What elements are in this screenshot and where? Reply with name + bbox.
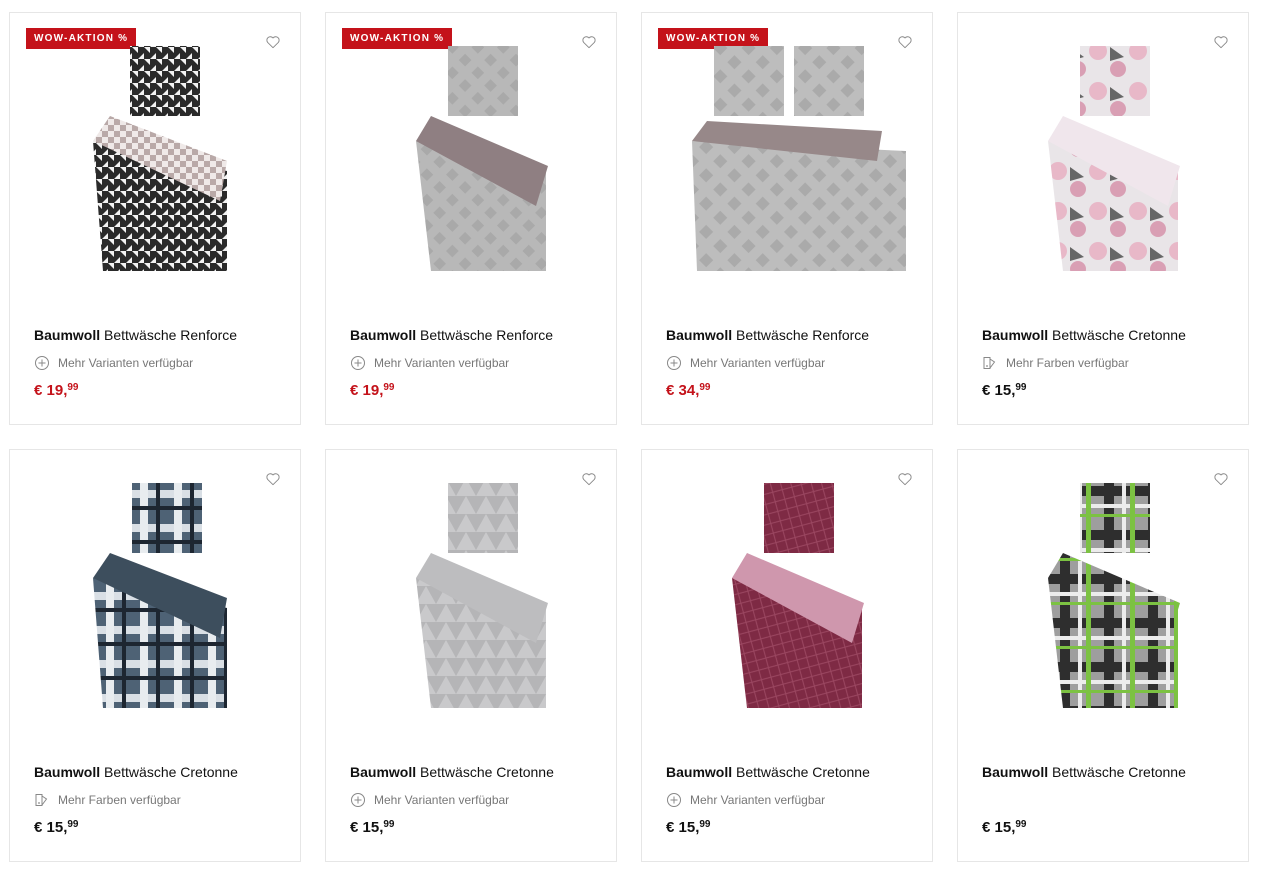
price-main: € 15, [982,819,1016,836]
product-image[interactable] [692,478,906,718]
product-card[interactable]: Baumwoll Bettwäsche Cretonne Mehr Farben… [9,449,301,862]
product-brand: Baumwoll [666,327,733,343]
price-main: € 34, [666,382,700,399]
variants-link[interactable]: Mehr Varianten verfügbar [666,792,825,808]
color-swatch-icon [982,355,998,371]
product-title[interactable]: Baumwoll Bettwäsche Cretonne [34,763,238,781]
price-main: € 15, [34,819,68,836]
product-name: Bettwäsche Cretonne [104,764,238,780]
price-cents: 99 [383,382,395,393]
product-brand: Baumwoll [666,764,733,780]
product-title[interactable]: Baumwoll Bettwäsche Cretonne [982,326,1186,344]
product-brand: Baumwoll [350,764,417,780]
product-title[interactable]: Baumwoll Bettwäsche Cretonne [350,763,554,781]
price-cents: 99 [699,382,711,393]
product-card[interactable]: WOW-AKTION % Baumwoll Bettwäsche Renforc… [641,12,933,425]
product-brand: Baumwoll [982,764,1049,780]
price-main: € 19, [34,382,68,399]
availability-text: Mehr Varianten verfügbar [58,356,194,370]
product-name: Bettwäsche Renforce [420,327,554,343]
product-image[interactable] [60,478,274,718]
product-brand: Baumwoll [34,764,101,780]
price-cents: 99 [1015,382,1027,393]
price-cents: 99 [383,819,395,830]
product-title[interactable]: Baumwoll Bettwäsche Cretonne [982,763,1186,781]
availability-text: Mehr Varianten verfügbar [374,793,510,807]
plus-circle-icon [350,792,366,808]
availability-text: Mehr Farben verfügbar [58,793,181,807]
product-title[interactable]: Baumwoll Bettwäsche Renforce [666,326,869,344]
price-cents: 99 [67,382,79,393]
price-main: € 15, [982,382,1016,399]
product-name: Bettwäsche Cretonne [1052,764,1186,780]
product-card[interactable]: Baumwoll Bettwäsche Cretonne Mehr Varian… [325,449,617,862]
price-cents: 99 [67,819,79,830]
availability-text: Mehr Varianten verfügbar [690,793,826,807]
variants-link[interactable]: Mehr Varianten verfügbar [666,355,825,371]
product-price: € 15,99 [982,382,1027,400]
price-cents: 99 [1015,819,1027,830]
product-price: € 15,99 [666,819,711,837]
product-price: € 19,99 [34,382,79,400]
availability-text: Mehr Varianten verfügbar [374,356,510,370]
product-brand: Baumwoll [350,327,417,343]
product-brand: Baumwoll [34,327,101,343]
product-name: Bettwäsche Cretonne [1052,327,1186,343]
availability-text: Mehr Varianten verfügbar [690,356,826,370]
variants-link[interactable]: Mehr Varianten verfügbar [350,792,509,808]
product-image[interactable] [376,41,590,281]
product-name: Bettwäsche Renforce [104,327,238,343]
price-main: € 19, [350,382,384,399]
product-brand: Baumwoll [982,327,1049,343]
plus-circle-icon [666,792,682,808]
product-image[interactable] [1008,41,1222,281]
plus-circle-icon [34,355,50,371]
colors-link[interactable]: Mehr Farben verfügbar [982,355,1129,371]
price-cents: 99 [699,819,711,830]
product-name: Bettwäsche Cretonne [420,764,554,780]
product-title[interactable]: Baumwoll Bettwäsche Cretonne [666,763,870,781]
product-image[interactable] [692,41,906,281]
product-price: € 15,99 [34,819,79,837]
price-main: € 15, [350,819,384,836]
product-image[interactable] [376,478,590,718]
product-grid: WOW-AKTION % Baumwoll Bettwäsche Renforc… [9,12,1249,862]
product-price: € 15,99 [350,819,395,837]
product-price: € 19,99 [350,382,395,400]
product-name: Bettwäsche Renforce [736,327,870,343]
price-main: € 15, [666,819,700,836]
product-price: € 34,99 [666,382,711,400]
product-name: Bettwäsche Cretonne [736,764,870,780]
variants-link[interactable]: Mehr Varianten verfügbar [34,355,193,371]
product-image[interactable] [60,41,274,281]
product-image[interactable] [1008,478,1222,718]
product-card[interactable]: Baumwoll Bettwäsche Cretonne Mehr Farben… [957,12,1249,425]
product-title[interactable]: Baumwoll Bettwäsche Renforce [350,326,553,344]
plus-circle-icon [666,355,682,371]
variants-link[interactable]: Mehr Varianten verfügbar [350,355,509,371]
product-price: € 15,99 [982,819,1027,837]
product-card[interactable]: Baumwoll Bettwäsche Cretonne € 15,99 [957,449,1249,862]
plus-circle-icon [350,355,366,371]
product-card[interactable]: WOW-AKTION % Baumwoll Bettwäsche Renforc… [9,12,301,425]
product-card[interactable]: WOW-AKTION % Baumwoll Bettwäsche Renforc… [325,12,617,425]
color-swatch-icon [34,792,50,808]
product-title[interactable]: Baumwoll Bettwäsche Renforce [34,326,237,344]
colors-link[interactable]: Mehr Farben verfügbar [34,792,181,808]
product-card[interactable]: Baumwoll Bettwäsche Cretonne Mehr Varian… [641,449,933,862]
availability-text: Mehr Farben verfügbar [1006,356,1129,370]
